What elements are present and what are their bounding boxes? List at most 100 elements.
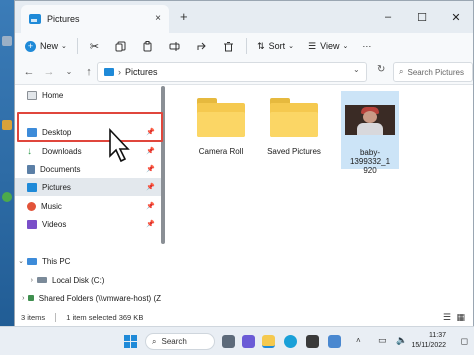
sidebar-item-label: Home xyxy=(42,90,64,100)
pin-icon[interactable]: 📌 xyxy=(146,147,155,155)
maximize-button[interactable]: ☐ xyxy=(405,1,439,33)
network-icon[interactable]: ▭ xyxy=(378,335,387,346)
sidebar-item-shared-folders[interactable]: › Shared Folders (\\vmware-host) (Z xyxy=(15,289,161,307)
sidebar-item-label: Documents xyxy=(40,164,81,174)
address-dropdown-icon[interactable]: ⌄ xyxy=(353,65,360,74)
folder-saved-pictures[interactable] xyxy=(268,98,320,138)
back-arrow-icon[interactable]: ← xyxy=(19,66,39,78)
new-label: New xyxy=(40,41,59,51)
folder-camera-roll[interactable] xyxy=(195,98,247,138)
home-icon xyxy=(27,90,37,100)
clock[interactable]: 11:37 15/11/2022 xyxy=(411,331,446,351)
clock-date: 15/11/2022 xyxy=(411,342,446,349)
edge-icon[interactable] xyxy=(284,335,297,348)
music-icon xyxy=(27,201,36,211)
minimize-button[interactable]: – xyxy=(371,1,405,33)
documents-icon xyxy=(27,164,35,174)
folder-label[interactable]: Camera Roll xyxy=(181,147,261,156)
address-bar[interactable]: › Pictures xyxy=(97,62,367,82)
delete-icon[interactable] xyxy=(223,41,234,52)
more-options-button[interactable]: ··· xyxy=(362,41,371,51)
search-placeholder: Search Pictures xyxy=(407,67,464,77)
recent-chevron-icon[interactable]: ⌄ xyxy=(59,67,79,76)
mail-icon[interactable] xyxy=(328,335,341,348)
sidebar-item-label: Shared Folders (\\vmware-host) (Z xyxy=(38,293,161,303)
chevron-right-icon[interactable]: › xyxy=(15,295,28,302)
tray-chevron-icon[interactable]: ˄ xyxy=(356,336,361,345)
tab-title: Pictures xyxy=(47,14,80,24)
network-drive-icon xyxy=(28,295,34,301)
new-tab-button[interactable]: + xyxy=(180,9,188,24)
breadcrumb-pictures[interactable]: Pictures xyxy=(125,67,158,77)
sidebar-item-label: Videos xyxy=(42,219,67,229)
desktop-shortcut-icon[interactable] xyxy=(0,192,14,202)
disk-icon xyxy=(37,277,47,283)
details-view-icon[interactable]: ☰ xyxy=(443,312,451,323)
notification-icon[interactable]: ◻ xyxy=(461,336,468,347)
start-icon[interactable] xyxy=(124,335,137,348)
search-icon: ⌕ xyxy=(152,336,157,346)
new-button[interactable]: + New ⌄ xyxy=(25,40,67,52)
command-bar: + New ⌄ ✂ ⇅ Sort ⌄ ☰ View ⌄ ··· xyxy=(15,33,473,59)
folder-label[interactable]: Saved Pictures xyxy=(254,147,334,156)
plus-icon: + xyxy=(25,40,36,52)
sidebar-item-videos[interactable]: Videos 📌 xyxy=(15,215,161,233)
sidebar-item-local-disk[interactable]: › Local Disk (C:) xyxy=(15,271,161,289)
tab-pictures[interactable]: Pictures × xyxy=(21,5,169,33)
paste-icon[interactable] xyxy=(142,40,153,52)
tab-close-button[interactable]: × xyxy=(155,13,161,24)
copy-icon[interactable] xyxy=(115,41,126,52)
file-explorer-icon[interactable] xyxy=(262,335,275,348)
sidebar-item-label: Downloads xyxy=(42,146,82,156)
navigation-scrollbar[interactable] xyxy=(161,86,165,244)
sort-button[interactable]: ⇅ Sort ⌄ xyxy=(257,41,294,52)
rename-icon[interactable] xyxy=(169,41,180,52)
image-file-baby[interactable]: baby-1399332_1 920 xyxy=(341,91,399,175)
sidebar-item-label: This PC xyxy=(42,256,71,266)
close-button[interactable]: ✕ xyxy=(439,1,473,33)
taskbar: ⌕ Search ˄ ▭ 🔈 11:37 15/11/2022 ◻ xyxy=(0,326,474,355)
pin-icon[interactable]: 📌 xyxy=(146,165,155,173)
sidebar-item-downloads[interactable]: ↓ Downloads 📌 xyxy=(15,142,161,160)
task-view-icon[interactable] xyxy=(222,335,235,348)
desktop-shortcut-icon[interactable] xyxy=(0,120,14,130)
file-explorer-window: Pictures × + – ☐ ✕ + New ⌄ ✂ ⇅ Sort ⌄ ☰ … xyxy=(14,0,474,326)
taskbar-search[interactable]: ⌕ Search xyxy=(145,333,215,350)
desktop-shortcut-icon[interactable] xyxy=(0,36,14,46)
sidebar-item-home[interactable]: Home xyxy=(15,86,161,104)
sidebar-item-music[interactable]: Music 📌 xyxy=(15,197,161,215)
sort-icon: ⇅ xyxy=(257,40,265,51)
sidebar-item-label: Pictures xyxy=(42,182,71,192)
tiles-view-icon[interactable]: ▦ xyxy=(456,312,465,323)
sidebar-item-label: Local Disk (C:) xyxy=(52,275,105,285)
pin-icon[interactable]: 📌 xyxy=(146,202,155,210)
pin-icon[interactable]: 📌 xyxy=(146,183,155,191)
chevron-down-icon: ⌄ xyxy=(342,43,349,50)
view-button[interactable]: ☰ View ⌄ xyxy=(308,41,348,52)
forward-arrow-icon[interactable]: → xyxy=(39,66,59,78)
pin-icon[interactable]: 📌 xyxy=(146,220,155,228)
refresh-icon[interactable]: ↻ xyxy=(377,64,385,75)
share-icon[interactable] xyxy=(196,41,207,52)
mouse-pointer-icon xyxy=(109,128,130,163)
search-input[interactable]: ⌕ Search Pictures xyxy=(393,62,473,82)
up-arrow-icon[interactable]: ↑ xyxy=(79,66,99,78)
highlight-box xyxy=(17,112,163,142)
clock-time: 11:37 xyxy=(429,332,446,339)
sidebar-item-pictures[interactable]: Pictures 📌 xyxy=(15,178,161,196)
volume-icon[interactable]: 🔈 xyxy=(396,335,407,346)
cut-icon[interactable]: ✂ xyxy=(90,40,99,53)
sidebar-item-documents[interactable]: Documents 📌 xyxy=(15,160,161,178)
chevron-down-icon[interactable]: ⌄ xyxy=(15,257,27,265)
videos-icon xyxy=(27,219,37,229)
widgets-icon[interactable] xyxy=(242,335,255,348)
breadcrumb-separator-icon: › xyxy=(118,67,121,77)
chevron-down-icon: ⌄ xyxy=(288,43,295,50)
sidebar-item-label: Music xyxy=(41,201,62,211)
store-icon[interactable] xyxy=(306,335,319,348)
chevron-right-icon[interactable]: › xyxy=(15,277,37,284)
item-count: 3 items xyxy=(21,313,46,322)
sidebar-item-this-pc[interactable]: ⌄ This PC xyxy=(15,252,161,270)
divider xyxy=(76,38,78,54)
title-bar: Pictures × + – ☐ ✕ xyxy=(15,1,473,33)
